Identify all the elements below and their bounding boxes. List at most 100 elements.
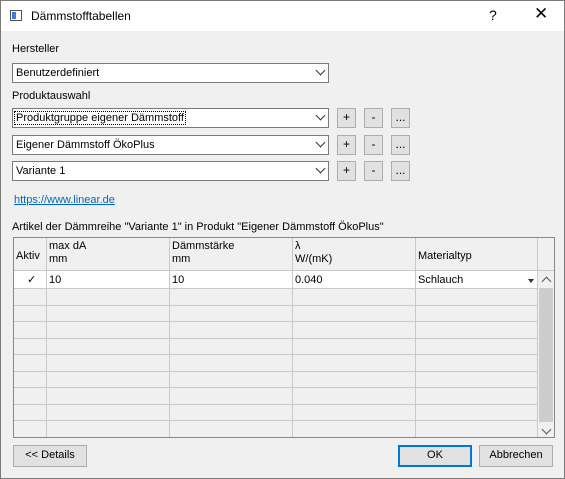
remove-produktgruppe-button[interactable]: -	[364, 108, 383, 128]
chevron-down-icon	[315, 65, 326, 76]
column-header-unit: mm	[49, 253, 68, 265]
empty-table-cell	[170, 322, 293, 339]
empty-table-cell	[416, 388, 538, 405]
table-cell-lambda[interactable]: 0.040	[293, 271, 416, 289]
empty-table-cell	[170, 305, 293, 322]
column-header-unit: W/(mK)	[295, 253, 333, 265]
empty-table-cell	[416, 421, 538, 437]
hersteller-select[interactable]: Benutzerdefiniert	[12, 63, 329, 83]
variante-value: Variante 1	[16, 165, 66, 177]
empty-table-cell	[170, 338, 293, 355]
empty-table-cell	[14, 338, 47, 355]
edit-variante-button[interactable]: ...	[391, 161, 410, 181]
column-header-label: Dämmstärke	[172, 240, 235, 252]
remove-variante-button[interactable]: -	[364, 161, 383, 181]
table-cell-aktiv[interactable]: ✓	[14, 271, 47, 289]
column-header-label: Materialtyp	[418, 250, 472, 262]
empty-table-cell	[14, 388, 47, 405]
empty-table-cell	[14, 289, 47, 306]
empty-table-cell	[416, 404, 538, 421]
chevron-down-icon	[315, 163, 326, 174]
empty-table-cell	[416, 371, 538, 388]
empty-table-cell	[14, 355, 47, 372]
hersteller-label: Hersteller	[12, 43, 60, 55]
cancel-button[interactable]: Abbrechen	[479, 445, 553, 467]
empty-table-cell	[14, 305, 47, 322]
empty-table-cell	[170, 371, 293, 388]
cell-value: 10	[172, 274, 185, 286]
details-button[interactable]: << Details	[13, 445, 87, 467]
produktgruppe-select[interactable]: Produktgruppe eigener Dämmstoff	[12, 108, 329, 128]
scrollbar-thumb[interactable]	[539, 288, 553, 422]
produktauswahl-label: Produktauswahl	[12, 90, 91, 102]
dropdown-arrow-icon[interactable]	[528, 279, 534, 283]
empty-table-cell	[293, 388, 416, 405]
help-button[interactable]: ?	[489, 7, 497, 23]
empty-table-cell	[293, 338, 416, 355]
empty-table-cell	[14, 371, 47, 388]
column-header-label: Aktiv	[16, 250, 40, 262]
empty-table-cell	[293, 305, 416, 322]
produkt-value: Eigener Dämmstoff ÖkoPlus	[16, 139, 155, 151]
empty-table-cell	[293, 421, 416, 437]
column-header-label: λ	[295, 240, 301, 252]
empty-table-cell	[170, 388, 293, 405]
table-cell-daemmstaerke[interactable]: 10	[170, 271, 293, 289]
empty-table-cell	[170, 289, 293, 306]
empty-table-cell	[293, 322, 416, 339]
title-bar: Dämmstofftabellen ? ✕	[1, 1, 564, 31]
empty-table-cell	[170, 355, 293, 372]
column-header-max-da[interactable]: max dA mm	[47, 238, 170, 271]
edit-produkt-button[interactable]: ...	[391, 135, 410, 155]
empty-table-cell	[14, 421, 47, 437]
remove-produkt-button[interactable]: -	[364, 135, 383, 155]
empty-table-cell	[416, 289, 538, 306]
hersteller-value: Benutzerdefiniert	[16, 67, 100, 79]
articles-table[interactable]: Aktiv max dA mm Dämmstärke mm λ W/(mK) M…	[13, 237, 555, 438]
add-produktgruppe-button[interactable]: +	[337, 108, 356, 128]
variante-select[interactable]: Variante 1	[12, 161, 329, 181]
empty-table-cell	[14, 322, 47, 339]
empty-table-cell	[170, 404, 293, 421]
empty-table-cell	[47, 338, 170, 355]
table-cell-max-da[interactable]: 10	[47, 271, 170, 289]
add-variante-button[interactable]: +	[337, 161, 356, 181]
column-header-daemmstaerke[interactable]: Dämmstärke mm	[170, 238, 293, 271]
empty-table-cell	[14, 404, 47, 421]
chevron-down-icon	[315, 110, 326, 121]
scroll-up-icon[interactable]	[541, 276, 552, 287]
empty-table-cell	[416, 322, 538, 339]
empty-table-cell	[293, 404, 416, 421]
window-title: Dämmstofftabellen	[31, 9, 131, 23]
app-icon	[10, 10, 22, 21]
empty-table-cell	[47, 388, 170, 405]
vertical-scrollbar[interactable]	[538, 271, 554, 437]
edit-produktgruppe-button[interactable]: ...	[391, 108, 410, 128]
table-cell-materialtyp[interactable]: Schlauch	[416, 271, 538, 289]
produkt-select[interactable]: Eigener Dämmstoff ÖkoPlus	[12, 135, 329, 155]
empty-table-cell	[47, 421, 170, 437]
close-button[interactable]: ✕	[534, 4, 548, 24]
add-produkt-button[interactable]: +	[337, 135, 356, 155]
chevron-down-icon	[315, 137, 326, 148]
empty-table-cell	[170, 421, 293, 437]
column-header-materialtyp[interactable]: Materialtyp	[416, 238, 538, 271]
checkmark-icon: ✓	[27, 274, 37, 286]
empty-table-cell	[47, 355, 170, 372]
column-header-aktiv[interactable]: Aktiv	[14, 238, 47, 271]
empty-table-cell	[416, 305, 538, 322]
scroll-down-icon[interactable]	[541, 424, 552, 435]
empty-table-cell	[47, 305, 170, 322]
column-header-label: max dA	[49, 240, 87, 252]
empty-table-cell	[416, 338, 538, 355]
empty-table-cell	[47, 371, 170, 388]
empty-table-cell	[293, 355, 416, 372]
column-header-lambda[interactable]: λ W/(mK)	[293, 238, 416, 271]
website-link[interactable]: https://www.linear.de	[14, 194, 115, 206]
header-corner	[538, 238, 554, 271]
empty-table-cell	[47, 404, 170, 421]
cell-value: 10	[49, 274, 62, 286]
empty-table-cell	[293, 371, 416, 388]
empty-table-cell	[416, 355, 538, 372]
ok-button[interactable]: OK	[398, 445, 472, 467]
